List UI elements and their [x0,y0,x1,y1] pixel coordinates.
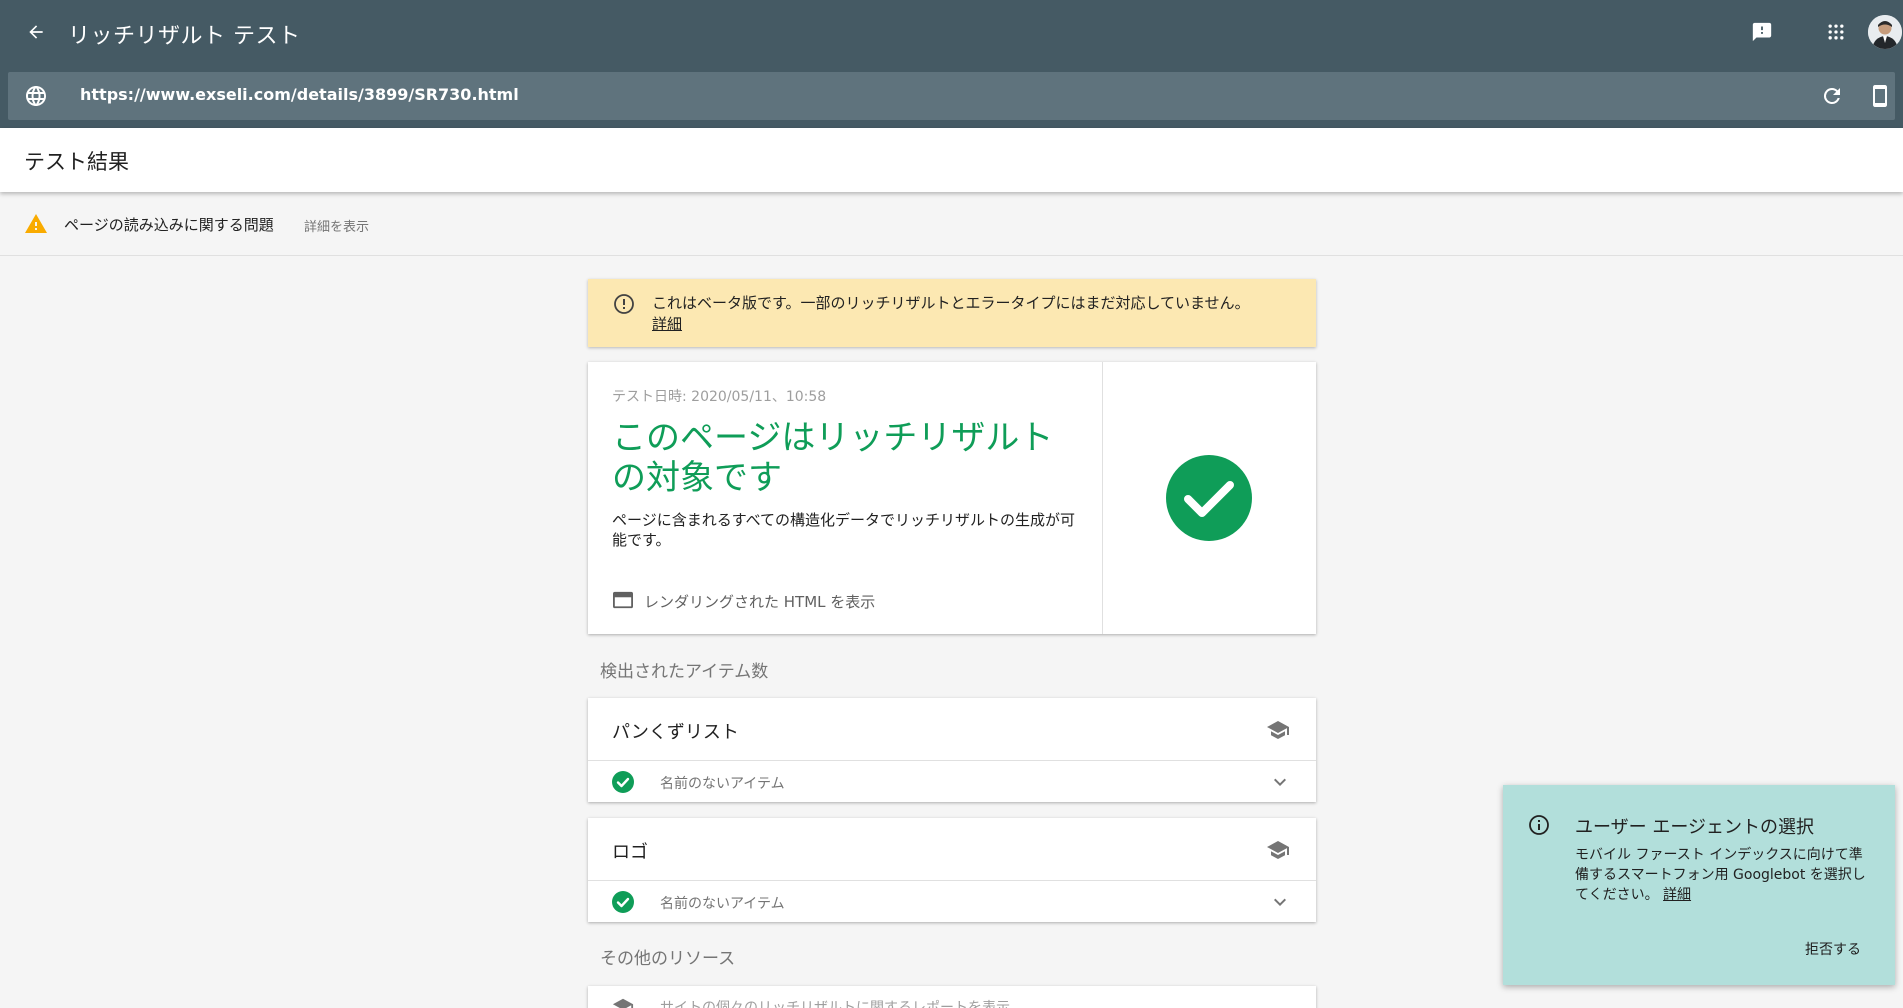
test-date: テスト日時: 2020/05/11、10:58 [612,389,827,405]
device-button[interactable] [1868,84,1892,108]
school-icon [1267,841,1289,859]
refresh-button[interactable] [1820,84,1844,108]
item-card-breadcrumb: パンくずリスト 名前のないアイテム [588,698,1316,802]
item-card-title: パンくずリスト [612,722,739,743]
item-card-header: ロゴ [588,818,1316,881]
result-summary: テスト日時: 2020/05/11、10:58 このページはリッチリザルトの対象… [588,362,1103,634]
app-title: リッチリザルト テスト [68,24,301,49]
other-resources-label: その他のリソース [600,949,736,969]
title-row: リッチリザルト テスト [0,0,1903,64]
item-card-logo: ロゴ 名前のないアイテム [588,818,1316,922]
app-bar: リッチリザルト テスト https://www.exseli.com/detai… [0,0,1903,128]
result-description: ページに含まれるすべての構造化データでリッチリザルトの生成が可能です。 [612,511,1076,549]
item-card-title: ロゴ [612,842,648,863]
item-card-header: パンくずリスト [588,698,1316,761]
user-agent-body-text: モバイル ファースト インデックスに向けて準備するスマートフォン用 Google… [1575,847,1866,903]
beta-text: これはベータ版です。一部のリッチリザルトとエラータイプにはまだ対応していません。 [652,294,1250,312]
decline-button[interactable]: 拒否する [1805,939,1861,959]
feedback-icon [1752,22,1772,42]
user-agent-title: ユーザー エージェントの選択 [1575,817,1815,838]
check-circle-icon [1166,455,1252,541]
warning-icon [25,214,47,233]
page-title: テスト結果 [24,150,129,174]
item-row[interactable]: 名前のないアイテム [588,762,1316,802]
smartphone-icon [1873,85,1887,107]
item-row[interactable]: 名前のないアイテム [588,882,1316,922]
beta-banner: これはベータ版です。一部のリッチリザルトとエラータイプにはまだ対応していません。… [588,279,1316,347]
avatar[interactable] [1868,15,1902,49]
url-bar[interactable]: https://www.exseli.com/details/3899/SR73… [8,72,1895,120]
info-outline-icon [1529,815,1549,835]
user-agent-details-link[interactable]: 詳細 [1663,887,1691,903]
issue-text: ページの読み込みに関する問題 [64,216,274,234]
globe-icon [26,86,46,106]
other-resource-card[interactable]: サイトの個々のリッチリザルトに関するレポートを表示 [588,986,1316,1008]
info-outline-icon [614,294,634,314]
chevron-down-icon[interactable] [1268,770,1292,794]
results-header: テスト結果 [0,128,1903,192]
beta-details-link[interactable]: 詳細 [652,313,682,334]
item-row-label: 名前のないアイテム [660,776,785,792]
school-icon [612,998,634,1008]
web-page-icon [613,591,633,609]
school-icon [1267,721,1289,739]
show-details-link[interactable]: 詳細を表示 [304,216,369,235]
apps-button[interactable] [1822,18,1850,46]
result-card: テスト日時: 2020/05/11、10:58 このページはリッチリザルトの対象… [588,362,1316,634]
item-row-label: 名前のないアイテム [660,896,785,912]
result-headline: このページはリッチリザルトの対象です [612,418,1054,498]
arrow-back-icon [29,25,43,39]
user-agent-panel: ユーザー エージェントの選択 モバイル ファースト インデックスに向けて準備する… [1503,785,1895,985]
apps-grid-icon [1828,24,1844,40]
other-resource-label: サイトの個々のリッチリザルトに関するレポートを表示 [660,1000,1010,1008]
view-rendered-html-label: レンダリングされた HTML を表示 [644,593,876,611]
check-circle-icon [612,891,634,913]
url-text[interactable]: https://www.exseli.com/details/3899/SR73… [80,85,519,104]
user-avatar-icon [1868,15,1902,49]
refresh-icon [1823,87,1840,104]
detected-items-label: 検出されたアイテム数 [600,662,769,682]
page-load-issue-row: ページの読み込みに関する問題 詳細を表示 [0,192,1903,256]
back-button[interactable] [20,16,52,48]
feedback-button[interactable] [1748,18,1776,46]
chevron-down-icon[interactable] [1268,890,1292,914]
user-agent-body: モバイル ファースト インデックスに向けて準備するスマートフォン用 Google… [1575,845,1875,905]
check-circle-icon [612,771,634,793]
